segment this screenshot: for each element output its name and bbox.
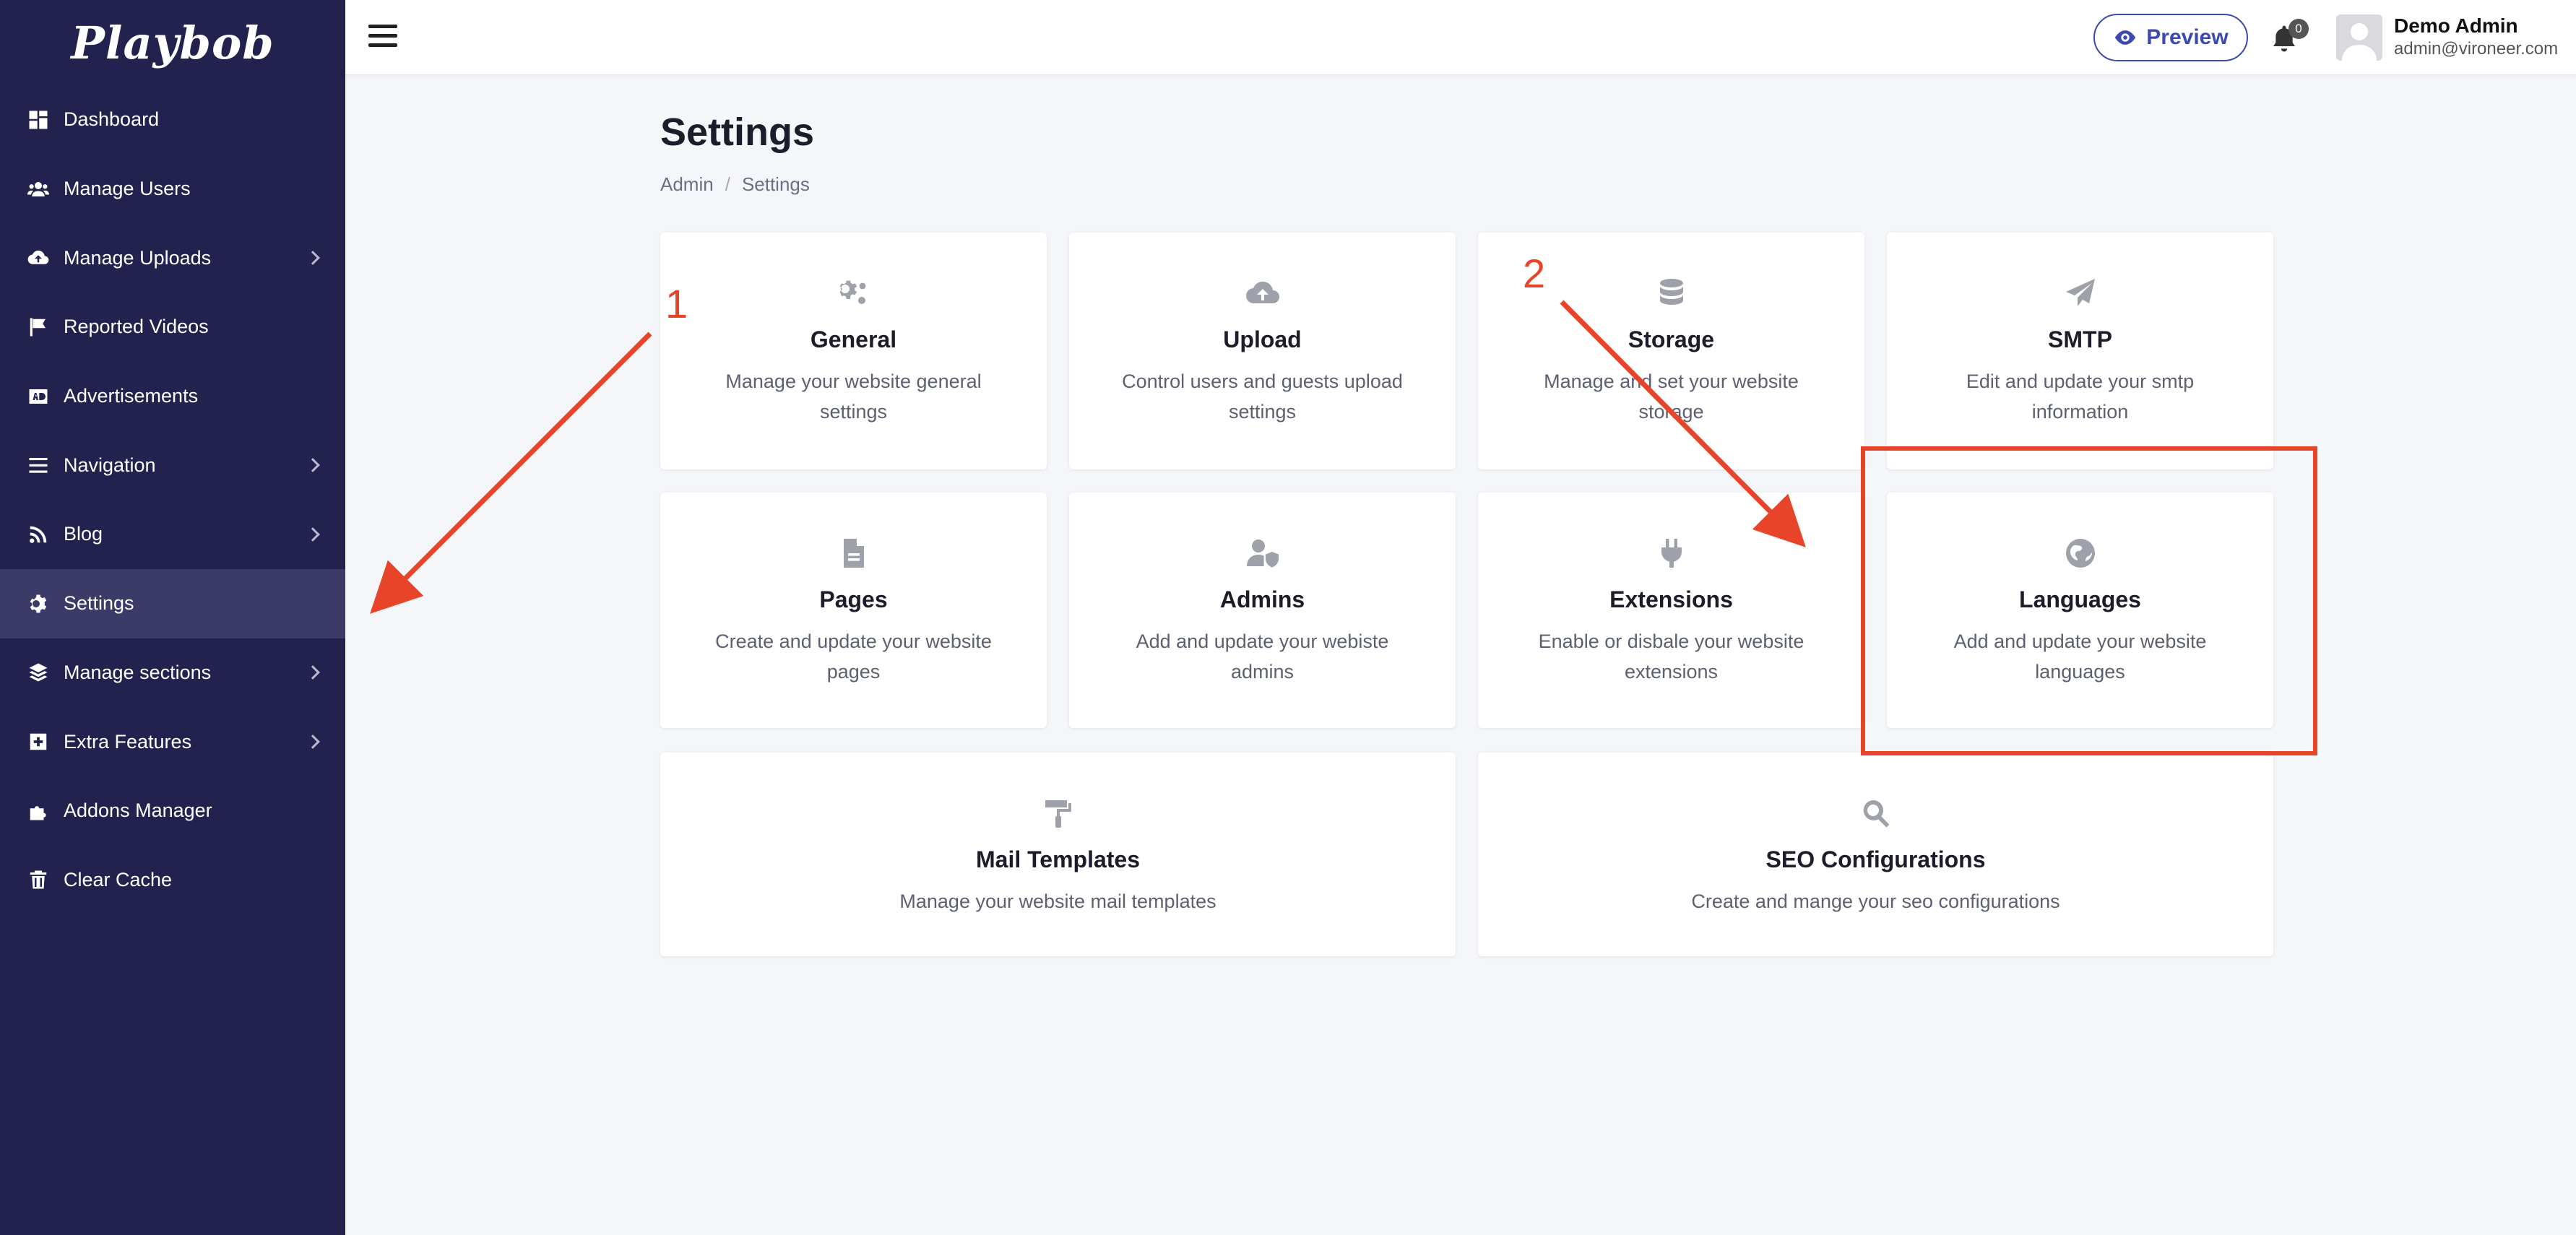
app-logo[interactable]: Playbob <box>0 0 345 85</box>
sidebar-item-label: Extra Features <box>64 730 192 753</box>
settings-card-seo-configurations[interactable]: SEO Configurations Create and mange your… <box>1478 753 2273 956</box>
search-icon <box>1859 796 1893 831</box>
card-title: Upload <box>1223 326 1302 352</box>
cloud-upload-icon <box>26 246 51 270</box>
sidebar-item-navigation[interactable]: Navigation <box>0 430 345 500</box>
sidebar-item-settings[interactable]: Settings <box>0 568 345 638</box>
user-shield-icon <box>1245 536 1280 571</box>
paper-plane-icon <box>2063 276 2098 311</box>
sidebar-item-advertisements[interactable]: Advertisements <box>0 362 345 431</box>
annotation-number-1: 1 <box>665 281 688 326</box>
chevron-right-icon <box>306 251 320 266</box>
avatar[interactable] <box>2336 14 2382 61</box>
plus-square-icon <box>26 729 51 754</box>
breadcrumb-separator: / <box>725 173 730 195</box>
bars-icon <box>26 453 51 477</box>
sidebar-item-reported-videos[interactable]: Reported Videos <box>0 292 345 362</box>
top-bar: Preview 0 Demo Admin admin@vironeer.com <box>345 0 2576 75</box>
settings-card-admins[interactable]: Admins Add and update your webiste admin… <box>1069 493 1456 728</box>
settings-card-upload[interactable]: Upload Control users and guests upload s… <box>1069 233 1456 469</box>
sidebar-item-label: Blog <box>64 523 103 545</box>
card-title: SEO Configurations <box>1765 846 1986 872</box>
breadcrumb-current: Settings <box>741 173 810 195</box>
sidebar-item-label: Reported Videos <box>64 316 209 338</box>
notifications-button[interactable]: 0 <box>2268 19 2309 56</box>
dashboard-icon <box>26 108 51 132</box>
card-title: General <box>810 326 897 352</box>
sidebar-item-label: Manage Uploads <box>64 246 212 269</box>
preview-button[interactable]: Preview <box>2093 14 2248 61</box>
card-description: Create and mange your seo configurations <box>1691 890 2060 912</box>
sidebar-item-label: Advertisements <box>64 385 199 407</box>
chevron-right-icon <box>306 527 320 542</box>
card-description: Manage your website mail templates <box>899 890 1216 912</box>
eye-icon <box>2115 30 2136 45</box>
sidebar-item-label: Manage sections <box>64 661 212 683</box>
layers-icon <box>26 660 51 685</box>
card-description: Manage and set your website storage <box>1544 370 1799 422</box>
settings-card-mail-templates[interactable]: Mail Templates Manage your website mail … <box>660 753 1456 956</box>
hamburger-menu-icon[interactable] <box>368 25 397 51</box>
annotation-arrow-1 <box>370 332 652 614</box>
sidebar-item-manage-uploads[interactable]: Manage Uploads <box>0 223 345 292</box>
card-title: Admins <box>1219 586 1305 612</box>
sidebar-item-label: Manage Users <box>64 178 191 200</box>
sidebar-item-clear-cache[interactable]: Clear Cache <box>0 846 345 915</box>
user-email: admin@vironeer.com <box>2394 39 2559 58</box>
chevron-right-icon <box>306 458 320 473</box>
rss-icon <box>26 522 51 547</box>
gear-icon <box>26 592 51 616</box>
settings-card-smtp[interactable]: SMTP Edit and update your smtp informati… <box>1887 233 2273 469</box>
page-title: Settings <box>660 110 815 154</box>
trash-icon <box>26 867 51 892</box>
sidebar-item-dashboard[interactable]: Dashboard <box>0 85 345 155</box>
annotation-number-2: 2 <box>1523 251 1546 296</box>
database-icon <box>1654 276 1689 311</box>
card-title: Pages <box>819 586 888 612</box>
card-title: SMTP <box>2048 326 2112 352</box>
sidebar-item-extra-features[interactable]: Extra Features <box>0 707 345 776</box>
settings-card-pages[interactable]: Pages Create and update your website pag… <box>660 493 1047 728</box>
sidebar-item-manage-users[interactable]: Manage Users <box>0 155 345 224</box>
card-title: Extensions <box>1609 586 1733 612</box>
card-title: Mail Templates <box>975 846 1141 872</box>
sidebar-item-label: Dashboard <box>64 108 160 131</box>
sidebar-item-label: Addons Manager <box>64 800 212 822</box>
sidebar: Playbob Dashboard Manage Users Manage Up… <box>0 0 345 1235</box>
card-description: Manage your website general settings <box>725 370 982 422</box>
puzzle-icon <box>26 799 51 823</box>
sidebar-item-label: Settings <box>64 592 134 615</box>
settings-card-general[interactable]: General Manage your website general sett… <box>660 233 1047 469</box>
sidebar-item-label: Clear Cache <box>64 868 173 890</box>
sidebar-item-manage-sections[interactable]: Manage sections <box>0 638 345 708</box>
card-description: Edit and update your smtp information <box>1966 370 2195 422</box>
settings-card-extensions[interactable]: Extensions Enable or disbale your websit… <box>1478 493 1864 728</box>
sidebar-item-blog[interactable]: Blog <box>0 500 345 569</box>
users-icon <box>26 177 51 202</box>
plug-icon <box>1654 536 1689 571</box>
preview-label: Preview <box>2146 25 2229 49</box>
card-description: Enable or disbale your website extension… <box>1538 630 1805 682</box>
chevron-right-icon <box>306 665 320 680</box>
card-description: Create and update your website pages <box>715 630 992 682</box>
card-title: Storage <box>1628 326 1715 352</box>
paint-roller-icon <box>1041 796 1076 831</box>
breadcrumb: Admin / Settings <box>660 173 810 196</box>
gears-icon <box>837 276 871 311</box>
sidebar-item-label: Navigation <box>64 454 156 476</box>
flag-icon <box>26 315 51 339</box>
card-description: Control users and guests upload settings <box>1122 370 1403 422</box>
annotation-highlight-box <box>1861 446 2317 755</box>
ad-icon <box>26 384 51 409</box>
breadcrumb-admin-link[interactable]: Admin <box>660 173 714 195</box>
chevron-right-icon <box>306 734 320 749</box>
user-name[interactable]: Demo Admin <box>2394 14 2518 38</box>
sidebar-item-addons-manager[interactable]: Addons Manager <box>0 776 345 846</box>
card-description: Add and update your webiste admins <box>1136 630 1389 682</box>
file-icon <box>837 536 871 571</box>
notification-count-badge: 0 <box>2288 19 2309 39</box>
cloud-upload-icon <box>1245 276 1280 311</box>
